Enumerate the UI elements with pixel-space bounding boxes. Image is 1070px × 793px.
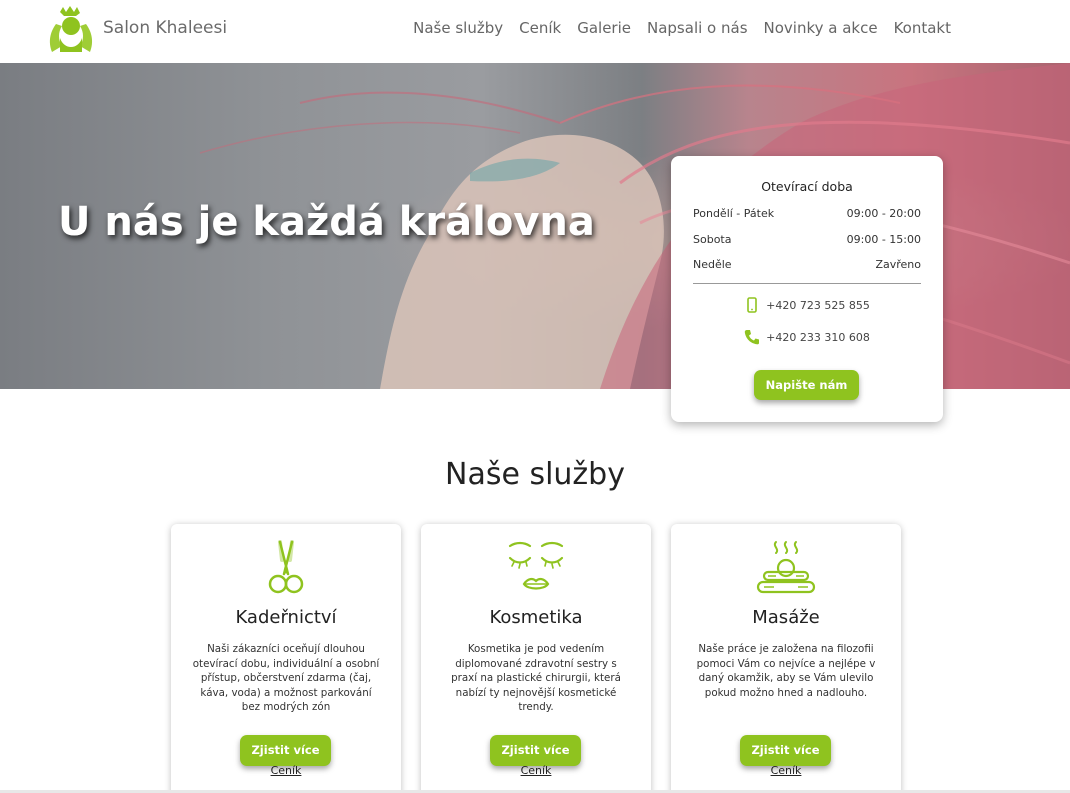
- pricing-link[interactable]: Ceník: [421, 764, 651, 777]
- hours-time: 09:00 - 20:00: [846, 207, 921, 220]
- hours-time: Zavřeno: [875, 258, 921, 271]
- service-title: Masáže: [752, 607, 820, 628]
- phone-icon: [744, 330, 760, 345]
- mobile-number[interactable]: +420 723 525 855: [766, 299, 870, 312]
- hours-day: Sobota: [693, 233, 732, 246]
- nav-item-reviews[interactable]: Napsali o nás: [647, 19, 748, 37]
- services-title: Naše služby: [445, 457, 625, 492]
- hours-divider: [693, 283, 921, 284]
- phone-contact[interactable]: +420 233 310 608: [671, 329, 943, 345]
- learn-more-button[interactable]: Zjistit více: [240, 735, 331, 766]
- opening-hours-title: Otevírací doba: [761, 179, 853, 194]
- face-icon: [508, 541, 564, 590]
- write-us-button[interactable]: Napište nám: [754, 370, 859, 400]
- hours-time: 09:00 - 15:00: [846, 233, 921, 246]
- nav-item-pricing[interactable]: Ceník: [519, 19, 561, 37]
- nav-item-gallery[interactable]: Galerie: [577, 19, 631, 37]
- site-header: Salon Khaleesi Naše služby Ceník Galerie…: [0, 0, 1070, 63]
- nav-item-news[interactable]: Novinky a akce: [764, 19, 878, 37]
- service-description: Kosmetika je pod vedením diplomované zdr…: [451, 643, 621, 713]
- service-card-massage: Masáže Naše práce je založena na filozof…: [671, 524, 901, 793]
- massage-stones-icon: [756, 541, 816, 594]
- brand-name[interactable]: Salon Khaleesi: [103, 18, 227, 38]
- hours-day: Pondělí - Pátek: [693, 207, 775, 220]
- hours-row: Sobota 09:00 - 15:00: [693, 233, 921, 246]
- salon-logo-icon[interactable]: [46, 6, 96, 54]
- nav-item-services[interactable]: Naše služby: [413, 19, 503, 37]
- phone-number[interactable]: +420 233 310 608: [766, 331, 870, 344]
- learn-more-button[interactable]: Zjistit více: [490, 735, 581, 766]
- nav-item-contact[interactable]: Kontakt: [894, 19, 951, 37]
- hero-title: U nás je každá královna: [58, 199, 595, 245]
- hours-row: Pondělí - Pátek 09:00 - 20:00: [693, 207, 921, 220]
- main-nav: Naše služby Ceník Galerie Napsali o nás …: [413, 19, 951, 37]
- learn-more-button[interactable]: Zjistit více: [740, 735, 831, 766]
- service-description: Naši zákazníci oceňují dlouhou otevírací…: [192, 643, 380, 713]
- mobile-phone-icon: [747, 297, 757, 313]
- mobile-contact[interactable]: +420 723 525 855: [671, 297, 943, 313]
- hours-row: Neděle Zavřeno: [693, 258, 921, 271]
- opening-hours-card: Otevírací doba Pondělí - Pátek 09:00 - 2…: [671, 156, 943, 422]
- service-title: Kosmetika: [489, 607, 583, 628]
- scissors-icon: [268, 540, 304, 594]
- service-card-cosmetics: Kosmetika Kosmetika je pod vedením diplo…: [421, 524, 651, 793]
- hours-day: Neděle: [693, 258, 732, 271]
- service-card-hairdressing: Kadeřnictví Naši zákazníci oceňují dlouh…: [171, 524, 401, 793]
- service-description: Naše práce je založena na filozofii pomo…: [696, 643, 876, 699]
- service-title: Kadeřnictví: [235, 607, 337, 628]
- pricing-link[interactable]: Ceník: [671, 764, 901, 777]
- pricing-link[interactable]: Ceník: [171, 764, 401, 777]
